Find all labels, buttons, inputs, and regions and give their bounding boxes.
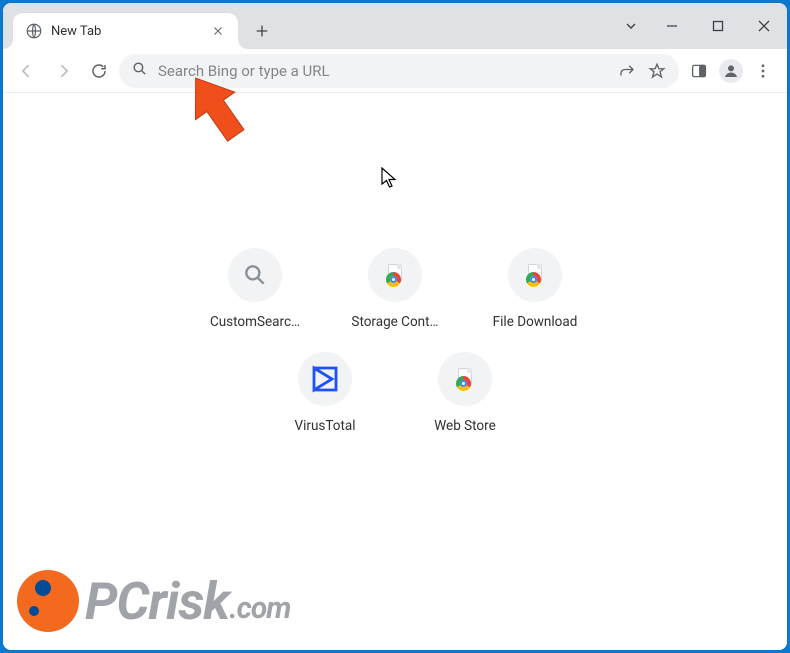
watermark-badge-icon	[17, 570, 79, 632]
shortcut-label: CustomSearc…	[210, 314, 300, 330]
tab-strip: New Tab	[3, 3, 276, 49]
menu-button[interactable]	[747, 55, 779, 87]
chrome-extension-icon	[524, 264, 546, 286]
watermark-text-pc: PC	[85, 571, 149, 632]
toolbar	[3, 49, 787, 93]
share-icon[interactable]	[615, 59, 639, 83]
close-window-button[interactable]	[741, 3, 787, 49]
shortcut-chip	[438, 352, 492, 406]
shortcut-grid: CustomSearc… Storage Cont… File Download	[175, 248, 615, 434]
side-panel-button[interactable]	[683, 55, 715, 87]
new-tab-button[interactable]	[248, 17, 276, 45]
bookmark-icon[interactable]	[645, 59, 669, 83]
globe-icon	[25, 22, 43, 40]
magnifier-icon	[242, 262, 268, 288]
page-content: CustomSearc… Storage Cont… File Download	[3, 93, 787, 650]
watermark-domain: .com	[229, 591, 290, 626]
minimize-button[interactable]	[649, 3, 695, 49]
tab-title: New Tab	[51, 24, 208, 39]
shortcut-chip	[298, 352, 352, 406]
window-controls	[613, 3, 787, 49]
back-button[interactable]	[11, 55, 43, 87]
shortcut-label: File Download	[493, 314, 578, 330]
browser-window: New Tab	[3, 3, 787, 650]
maximize-button[interactable]	[695, 3, 741, 49]
shortcut-storage-controller[interactable]: Storage Cont…	[340, 248, 450, 330]
shortcut-customsearch[interactable]: CustomSearc…	[200, 248, 310, 330]
address-bar[interactable]	[119, 54, 679, 88]
chrome-extension-icon	[384, 264, 406, 286]
shortcut-web-store[interactable]: Web Store	[410, 352, 520, 434]
search-icon	[131, 60, 148, 81]
profile-avatar[interactable]	[719, 59, 743, 83]
shortcut-chip	[508, 248, 562, 302]
shortcut-file-download[interactable]: File Download	[480, 248, 590, 330]
shortcut-chip	[228, 248, 282, 302]
address-input[interactable]	[158, 62, 605, 80]
shortcut-virustotal[interactable]: VirusTotal	[270, 352, 380, 434]
close-tab-button[interactable]	[208, 21, 228, 41]
tab-new-tab[interactable]: New Tab	[13, 13, 238, 49]
tab-search-button[interactable]	[613, 3, 649, 49]
shortcut-label: Web Store	[434, 418, 495, 434]
title-bar: New Tab	[3, 3, 787, 49]
shortcut-chip	[368, 248, 422, 302]
watermark-text-risk: risk	[149, 571, 230, 632]
reload-button[interactable]	[83, 55, 115, 87]
virustotal-icon	[310, 364, 340, 394]
chrome-webstore-icon	[454, 368, 476, 390]
watermark: PC risk .com	[17, 570, 290, 632]
shortcut-label: Storage Cont…	[351, 314, 438, 330]
shortcut-label: VirusTotal	[294, 418, 355, 434]
forward-button[interactable]	[47, 55, 79, 87]
